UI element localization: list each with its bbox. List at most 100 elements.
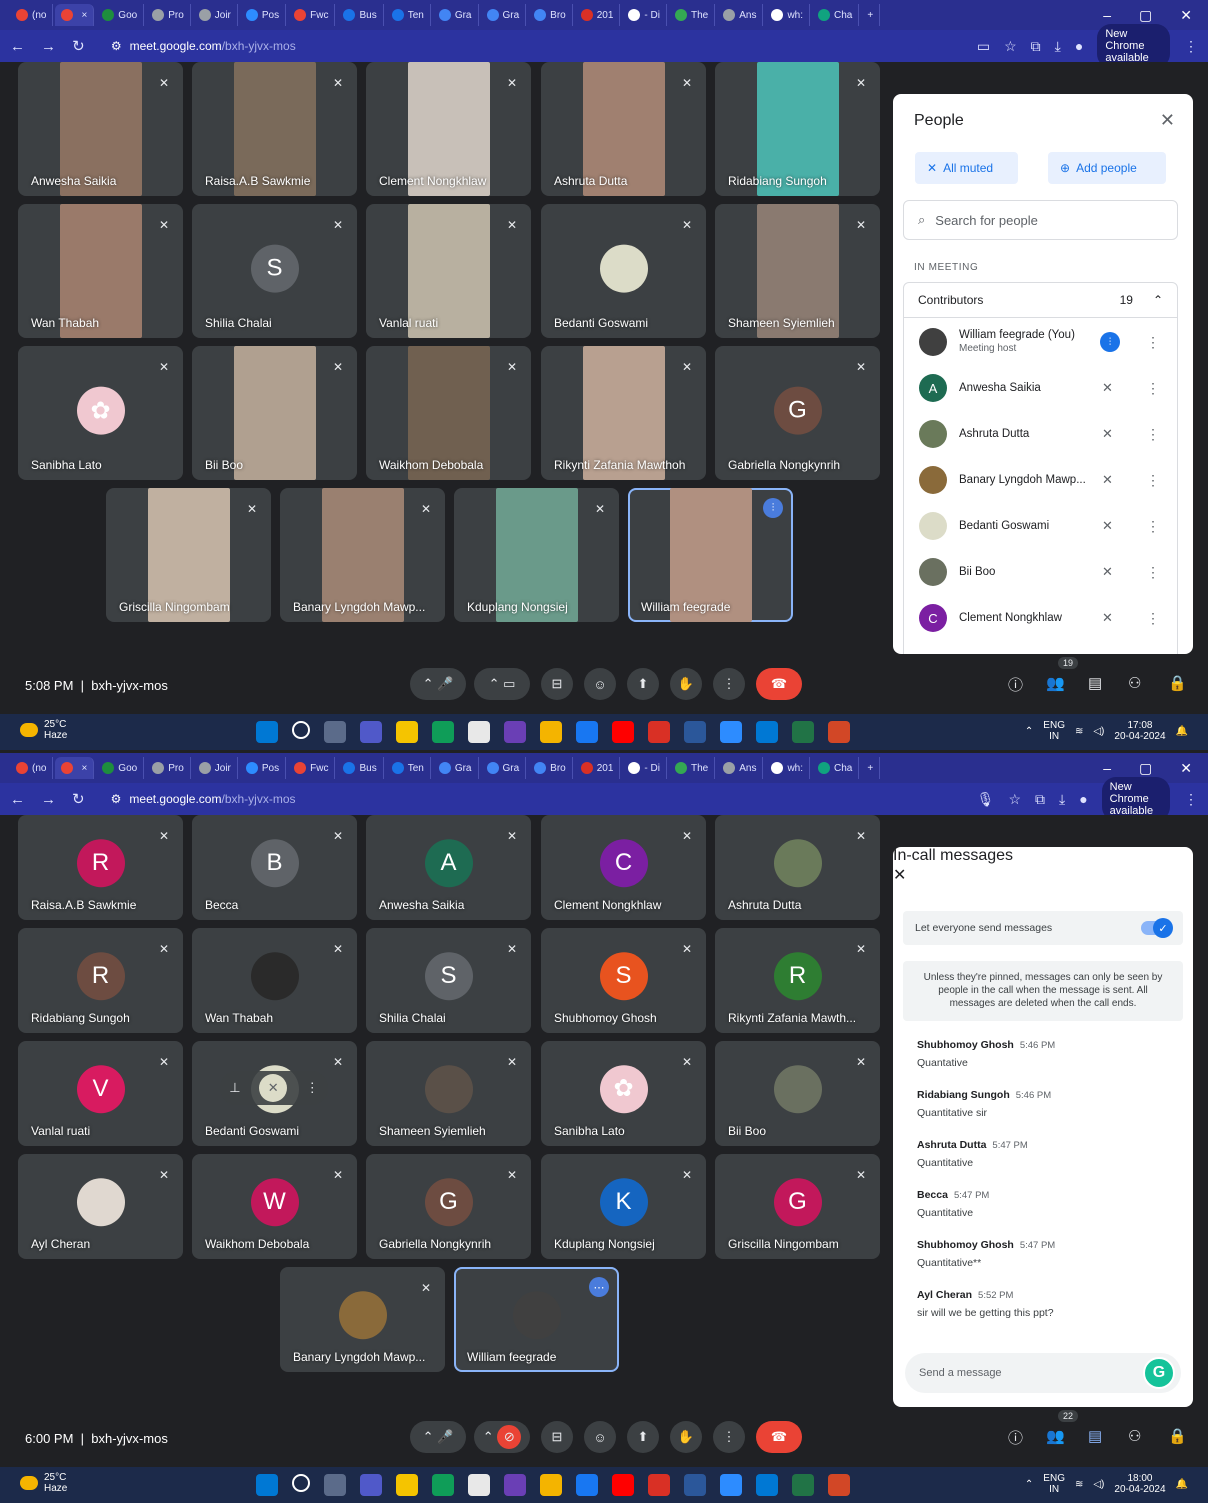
close-panel-button[interactable]: ✕ [1160,110,1175,131]
volume-icon[interactable]: ◁) [1093,1479,1104,1490]
participant-tile[interactable]: G ✕ Gabriella Nongkynrih [366,1154,531,1259]
participant-tile[interactable]: A ✕ Anwesha Saikia [366,815,531,920]
participant-tile[interactable]: S ✕ Shubhomoy Ghosh [541,928,706,1033]
participant-tile[interactable]: ✕ Kduplang Nongsiej [454,488,619,622]
participant-tile[interactable]: ✕ Rikynti Zafania Mawthoh [541,346,706,480]
caret-up-icon[interactable]: ⌃ [483,1429,494,1445]
bookmark-star-icon[interactable]: ☆ [1004,38,1017,55]
participant-tile[interactable]: ✕ Wan Thabah [18,204,183,338]
photos-icon[interactable] [756,1474,778,1496]
contributors-group-header[interactable]: Contributors 19 ⌃ [903,282,1178,318]
youtube-icon[interactable] [612,1474,634,1496]
participant-tile[interactable]: ✕ Waikhom Debobala [366,346,531,480]
caret-up-icon[interactable]: ⌃ [423,676,434,692]
participant-tile[interactable]: ✕ Shameen Syiemlieh [366,1041,531,1146]
download-icon[interactable]: ⤓ [1059,791,1065,808]
camera-off-icon[interactable]: ⊘ [497,1425,522,1449]
minimize-icon[interactable]: – [1103,7,1111,24]
browser-tab[interactable]: Ans [717,757,764,779]
browser-tab[interactable]: Pro [146,757,191,779]
search-icon[interactable] [292,1474,310,1492]
participant-tile[interactable]: G ✕ Griscilla Ningombam [715,1154,880,1259]
mute-participant-icon[interactable]: ✕ [259,1074,288,1102]
browser-tab[interactable]: Gra [433,757,479,779]
acrobat-icon[interactable] [648,1474,670,1496]
zoom-icon[interactable] [720,1474,742,1496]
menu-icon[interactable]: ⋮ [1184,38,1198,55]
maximize-icon[interactable]: ▢ [1139,760,1152,777]
emoji-button[interactable]: ☺ [584,1421,616,1453]
participant-tile[interactable]: ⫶ William feegrade [628,488,793,622]
mic-control[interactable]: ⌃ 🎤 [410,1421,466,1453]
participant-tile[interactable]: ✿ ✕ Sanibha Lato [541,1041,706,1146]
participant-tile[interactable]: ✕ Banary Lyngdoh Mawp... [280,488,445,622]
leave-call-button[interactable]: ☎ [756,668,802,700]
participant-tile[interactable]: ✕ Anwesha Saikia [18,62,183,196]
browser-tab[interactable]: 201 [575,757,621,779]
participant-row[interactable]: Ashruta Dutta ✕ ⋮ [904,411,1179,457]
participant-tile[interactable]: W ✕ Waikhom Debobala [192,1154,357,1259]
all-muted-button[interactable]: ✕ All muted [915,152,1018,184]
profile-avatar[interactable]: ● [1079,791,1087,807]
browser-tab[interactable]: Fwc [288,757,336,779]
participant-tile[interactable]: B ✕ Becca [192,815,357,920]
participant-tile[interactable]: ✕ Raisa.A.B Sawkmie [192,62,357,196]
photos-icon[interactable] [756,721,778,743]
browser-tab[interactable]: Cha [812,4,860,26]
site-settings-icon[interactable]: ⚙ [111,39,122,53]
participant-tile[interactable]: G ✕ Gabriella Nongkynrih [715,346,880,480]
more-options-icon[interactable]: ⋮ [1146,472,1160,489]
participant-tile[interactable]: V ✕ Vanlal ruati [18,1041,183,1146]
participant-tile[interactable]: ✕ Bedanti Goswami [541,204,706,338]
browser-tab[interactable]: - Di [622,757,667,779]
new-tab-button[interactable]: + [861,757,881,779]
extensions-icon[interactable]: ⧉ [1031,38,1041,55]
add-people-button[interactable]: ⊕ Add people [1048,152,1166,184]
word-icon[interactable] [684,721,706,743]
participant-tile[interactable]: ✕ Bii Boo [715,1041,880,1146]
weather-widget[interactable]: 25°C Haze [20,719,67,741]
participant-row[interactable]: Banary Lyngdoh Mawp... ✕ ⋮ [904,457,1179,503]
youtube-icon[interactable] [612,721,634,743]
excel-icon[interactable] [792,1474,814,1496]
camera-indicator-icon[interactable]: ▭ [977,38,990,55]
participant-tile[interactable]: K ✕ Kduplang Nongsiej [541,1154,706,1259]
mic-off-icon[interactable]: ✕ [1102,426,1113,442]
facebook-icon[interactable] [576,721,598,743]
download-icon[interactable]: ⤓ [1055,38,1061,55]
activities-icon[interactable]: ⚇ [1128,674,1141,692]
participant-row[interactable]: Bedanti Goswami ✕ ⋮ [904,503,1179,549]
people-icon[interactable]: 👥 [1046,1427,1065,1445]
browser-tab[interactable]: Fwc [288,4,336,26]
chat-icon[interactable]: ▤ [1088,1427,1102,1445]
mic-icon[interactable]: 🎤 [437,1429,453,1445]
task-view-icon[interactable] [324,721,346,743]
word-icon[interactable] [684,1474,706,1496]
captions-button[interactable]: ⊟ [541,1421,573,1453]
wifi-icon[interactable]: ≋ [1075,1479,1083,1490]
browser-tab[interactable]: The [669,757,716,779]
back-icon[interactable]: ← [10,791,25,808]
participant-row[interactable]: A Anwesha Saikia ✕ ⋮ [904,365,1179,411]
language-indicator[interactable]: ENG IN [1043,1473,1065,1495]
browser-tab[interactable]: Pos [240,4,287,26]
browser-tab[interactable]: Ans [717,4,764,26]
participant-tile[interactable]: ✕ Ashruta Dutta [715,815,880,920]
teams-icon[interactable] [360,1474,382,1496]
close-window-icon[interactable]: ✕ [1180,7,1192,24]
browser-tab[interactable]: Pro [146,4,191,26]
back-icon[interactable]: ← [10,38,25,55]
browser-tab[interactable]: Joir [193,757,238,779]
browser-tab[interactable]: (no [10,757,54,779]
notification-bell-icon[interactable]: 🔔 [1176,1479,1188,1490]
wifi-icon[interactable]: ≋ [1075,726,1083,737]
participant-tile[interactable]: ✕ Bii Boo [192,346,357,480]
camera-icon[interactable]: ▭ [503,676,515,692]
address-bar[interactable]: ⚙ meet.google.com/bxh-yjvx-mos [101,787,961,811]
facebook-icon[interactable] [576,1474,598,1496]
minimize-icon[interactable]: – [1103,760,1111,777]
raise-hand-button[interactable]: ✋ [670,668,702,700]
browser-tab[interactable]: Bro [528,757,573,779]
grammarly-icon[interactable]: G [1143,1357,1175,1389]
close-panel-button[interactable]: ✕ [893,865,1193,885]
